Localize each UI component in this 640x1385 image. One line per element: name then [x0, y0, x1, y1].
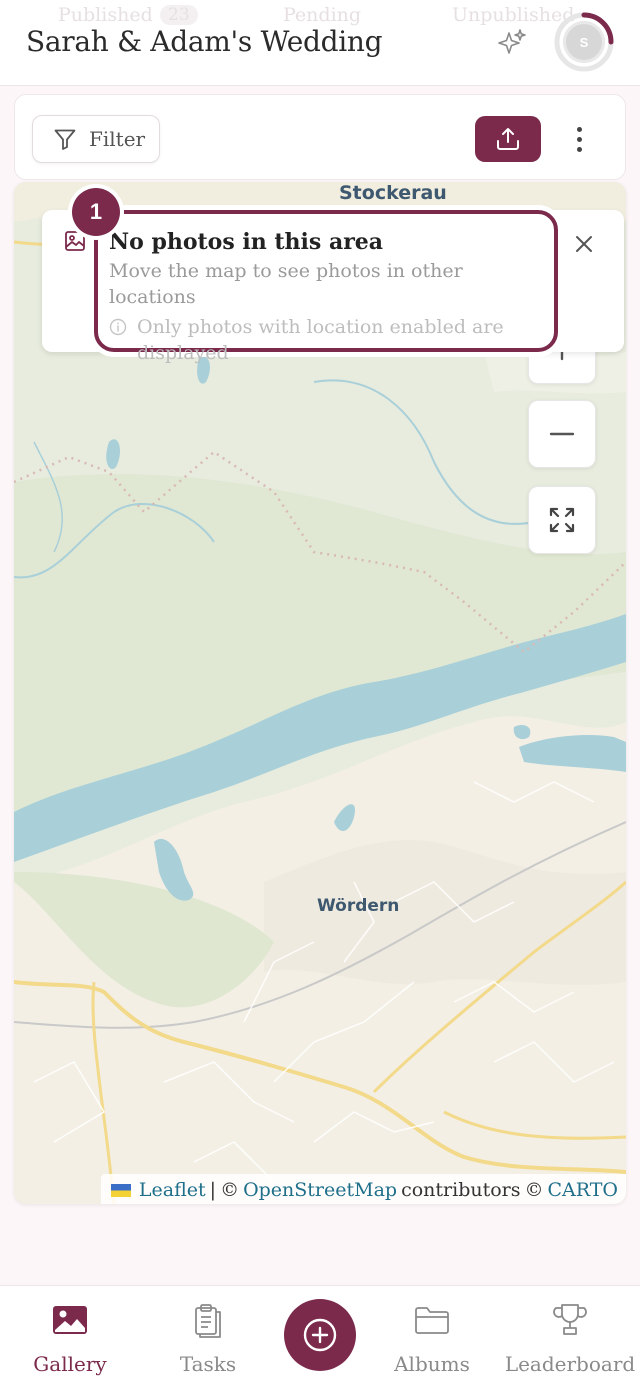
filter-icon — [54, 129, 76, 150]
more-options-icon[interactable] — [567, 121, 591, 157]
nav-item-gallery[interactable]: Gallery — [0, 1300, 140, 1376]
attribution-copyright-1: © — [220, 1179, 240, 1201]
step-badge: 1 — [72, 188, 120, 236]
add-photo-button[interactable] — [284, 1299, 356, 1371]
carto-link[interactable]: CARTO — [548, 1179, 618, 1201]
nav-item-leaderboard[interactable]: Leaderboard — [500, 1300, 640, 1376]
onboarding-callout: No photos in this area Move the map to s… — [94, 210, 558, 364]
attribution-contributors: contributors — [401, 1179, 521, 1201]
close-icon[interactable] — [572, 232, 596, 256]
attribution-separator: | — [209, 1179, 217, 1201]
gallery-toolbar: Filter — [14, 94, 626, 180]
ghost-tab-published: Published — [58, 4, 153, 26]
expand-icon — [549, 507, 575, 533]
ghost-tab-unpublished: Unpublished — [452, 4, 575, 26]
filter-button[interactable]: Filter — [32, 115, 160, 163]
notice-subtitle: Move the map to see photos in other loca… — [109, 260, 463, 308]
sparkle-icon[interactable] — [496, 27, 528, 59]
plus-circle-icon — [303, 1318, 337, 1352]
map-attribution: Leaflet | © OpenStreetMap contributors ©… — [100, 1174, 626, 1204]
map-label-stockerau: Stockerau — [339, 182, 447, 204]
nav-label-gallery: Gallery — [33, 1352, 107, 1376]
fullscreen-button[interactable] — [528, 486, 596, 554]
nav-item-albums[interactable]: Albums — [362, 1300, 502, 1376]
nav-item-tasks[interactable]: Tasks — [138, 1300, 278, 1376]
attribution-copyright-2: © — [524, 1179, 544, 1201]
avatar[interactable]: S — [563, 21, 605, 63]
minus-icon — [549, 432, 575, 436]
upload-icon — [497, 128, 519, 150]
leaflet-link[interactable]: Leaflet — [139, 1179, 206, 1201]
openstreetmap-link[interactable]: OpenStreetMap — [243, 1179, 397, 1201]
ghost-tab-published-count: 23 — [160, 5, 198, 25]
ukraine-flag-icon — [110, 1183, 131, 1197]
notice-note-text: Only photos with location enabled are di… — [137, 316, 504, 364]
trophy-icon — [553, 1304, 587, 1335]
image-icon — [65, 231, 85, 251]
nav-label-leaderboard: Leaderboard — [504, 1352, 636, 1376]
notice-title: No photos in this area — [109, 229, 384, 255]
app-header: Published 23 Pending Unpublished Sarah &… — [0, 0, 640, 86]
ghost-tab-pending: Pending — [283, 4, 362, 26]
image-icon — [53, 1306, 87, 1334]
zoom-out-button[interactable] — [528, 400, 596, 468]
filter-label: Filter — [89, 127, 146, 151]
clipboard-icon — [195, 1304, 221, 1338]
nav-label-albums: Albums — [394, 1352, 470, 1376]
notice-note: Only photos with location enabled are di… — [109, 314, 554, 366]
bottom-nav: Gallery Tasks Albums Leaderboard — [0, 1285, 640, 1385]
folder-icon — [415, 1307, 449, 1334]
upload-button[interactable] — [475, 116, 541, 162]
info-icon — [109, 318, 127, 336]
map-label-woerdern: Wördern — [317, 896, 400, 916]
page-title: Sarah & Adam's Wedding — [26, 25, 383, 58]
nav-label-tasks: Tasks — [179, 1352, 237, 1376]
